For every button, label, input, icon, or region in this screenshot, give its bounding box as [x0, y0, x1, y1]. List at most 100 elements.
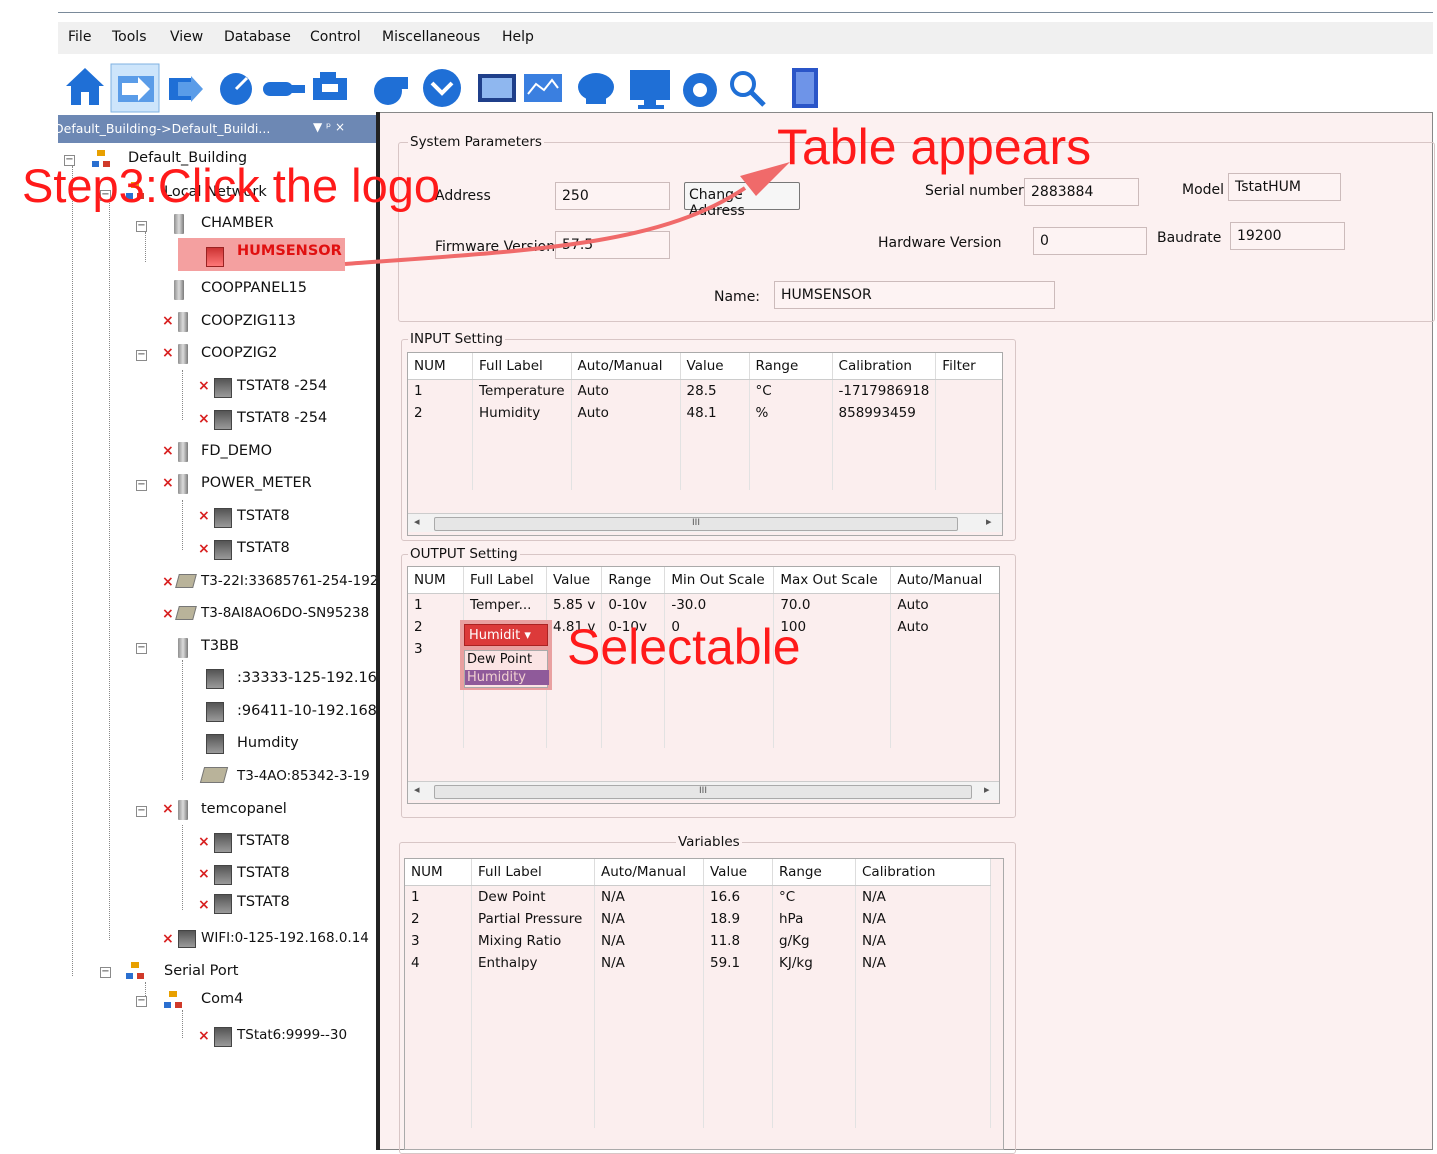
search-icon[interactable] [730, 71, 766, 107]
tree-item-coopzig113[interactable]: COOPZIG113 [201, 313, 296, 329]
table-cell[interactable]: -1717986918 [832, 379, 937, 402]
table-cell[interactable]: Temperature [472, 379, 572, 402]
tree-item-chamber[interactable]: CHAMBER [201, 215, 274, 231]
table-cell[interactable]: KJ/kg [772, 952, 856, 974]
scroll-right-icon[interactable]: ▸ [984, 783, 990, 796]
table-cell[interactable]: Auto [890, 593, 999, 616]
column-header[interactable]: Range [749, 353, 833, 380]
table-cell[interactable]: 3 [405, 930, 472, 952]
table-cell[interactable]: 28.5 [680, 379, 750, 402]
home-icon[interactable] [66, 68, 104, 105]
table-cell[interactable]: Mixing Ratio [471, 930, 595, 952]
column-header[interactable]: Auto/Manual [890, 567, 999, 594]
tree-collapse-toggle[interactable]: − [136, 996, 147, 1007]
column-header[interactable]: NUM [408, 353, 473, 380]
table-cell[interactable]: 0-10v [601, 593, 666, 616]
chart-icon[interactable] [524, 74, 562, 102]
column-header[interactable]: NUM [408, 567, 464, 594]
table-cell[interactable]: 1 [405, 885, 472, 908]
scroll-thumb[interactable]: III [434, 785, 972, 799]
building-icon[interactable] [792, 68, 818, 108]
menu-file[interactable]: File [68, 29, 91, 45]
tree-item-tstat8[interactable]: TSTAT8 -254 [237, 410, 327, 426]
tree-item-coopzig2[interactable]: COOPZIG2 [201, 345, 277, 361]
table-cell[interactable]: 2 [405, 908, 472, 930]
column-header[interactable]: Min Out Scale [664, 567, 775, 594]
scroll-right-icon[interactable]: ▸ [986, 515, 992, 528]
chevron-circle-icon[interactable] [423, 69, 461, 107]
table-cell[interactable]: 11.8 [703, 930, 773, 952]
column-header[interactable]: Calibration [832, 353, 937, 380]
table-cell[interactable]: N/A [594, 908, 704, 930]
tree-item-fd-demo[interactable]: FD_DEMO [201, 443, 272, 459]
column-header[interactable]: Value [703, 859, 773, 886]
table-cell[interactable] [935, 379, 1002, 402]
table-cell[interactable]: Auto [571, 402, 681, 424]
column-header[interactable]: Value [680, 353, 750, 380]
table-cell[interactable] [935, 402, 1002, 424]
tree-item-tstat8[interactable]: TSTAT8 [237, 508, 290, 524]
table-cell[interactable]: °C [749, 379, 833, 402]
table-cell[interactable]: N/A [855, 908, 991, 930]
column-header[interactable]: Full Label [471, 859, 595, 886]
scroll-left-icon[interactable]: ◂ [414, 783, 420, 796]
gauge-icon[interactable] [220, 73, 252, 105]
table-row[interactable]: 1 Dew Point N/A 16.6 °C N/A [405, 885, 991, 908]
panel-splitter[interactable] [376, 112, 380, 1150]
output-table-hscrollbar[interactable]: ◂ III ▸ [408, 781, 999, 800]
table-cell[interactable]: N/A [594, 885, 704, 908]
menu-control[interactable]: Control [310, 29, 361, 45]
table-cell[interactable]: Auto [571, 379, 681, 402]
menu-miscellaneous[interactable]: Miscellaneous [382, 29, 480, 45]
table-cell[interactable]: 18.9 [703, 908, 773, 930]
table-cell[interactable]: Auto [890, 616, 999, 638]
fan-icon[interactable] [374, 77, 408, 105]
table-cell[interactable]: °C [772, 885, 856, 908]
scroll-left-icon[interactable]: ◂ [414, 515, 420, 528]
table-cell[interactable]: N/A [855, 885, 991, 908]
hardware-version-field[interactable]: 0 [1033, 227, 1147, 255]
menu-database[interactable]: Database [224, 29, 291, 45]
column-header[interactable]: Range [772, 859, 856, 886]
serial-number-field[interactable]: 2883884 [1024, 178, 1139, 206]
table-cell[interactable]: 2 [408, 616, 464, 638]
input-table-hscrollbar[interactable]: ◂ III ▸ [408, 513, 1002, 532]
tree-item-tstat8[interactable]: TSTAT8 -254 [237, 378, 327, 394]
tree-item-wifi[interactable]: WIFI:0-125-192.168.0.14 [201, 930, 369, 946]
tree-item-t3-8ai8ao6do[interactable]: T3-8AI8AO6DO-SN95238 [201, 605, 369, 621]
keyboard-icon[interactable] [478, 74, 516, 102]
tree-item-temcopanel[interactable]: temcopanel [201, 801, 287, 817]
table-cell[interactable]: 1 [408, 593, 464, 616]
change-address-button[interactable]: Change Address [684, 182, 800, 219]
tree-item-t3bb[interactable]: T3BB [201, 638, 239, 654]
table-cell[interactable]: 5.85 v [546, 593, 603, 616]
model-field[interactable]: TstatHUM [1228, 173, 1341, 201]
table-row[interactable]: 3 Mixing Ratio N/A 11.8 g/Kg N/A [405, 930, 991, 952]
dropdown-option-dew-point[interactable]: Dew Point [467, 652, 532, 667]
table-cell[interactable]: 1 [408, 379, 473, 402]
column-header[interactable]: Full Label [472, 353, 572, 380]
table-cell[interactable]: Humidity [472, 402, 572, 424]
table-row[interactable]: 4 Enthalpy N/A 59.1 KJ/kg N/A [405, 952, 991, 974]
column-header[interactable]: Full Label [463, 567, 547, 594]
baudrate-field[interactable]: 19200 [1230, 222, 1345, 250]
address-field[interactable]: 250 [555, 182, 670, 210]
tree-collapse-toggle[interactable]: − [136, 480, 147, 491]
firmware-version-field[interactable]: 57.5 [555, 231, 670, 259]
tree-item-tstat6[interactable]: TStat6:9999--30 [237, 1027, 347, 1043]
disc-icon[interactable] [578, 73, 614, 104]
column-header[interactable]: NUM [405, 859, 472, 886]
table-cell[interactable]: N/A [594, 930, 704, 952]
input-icon[interactable] [263, 82, 305, 96]
table-cell[interactable]: 70.0 [773, 593, 892, 616]
table-row[interactable]: 2 Humidity Auto 48.1 % 858993459 [408, 402, 1002, 424]
table-cell[interactable]: Partial Pressure [471, 908, 595, 930]
tree-item-humsensor[interactable]: HUMSENSOR [237, 243, 342, 259]
table-cell[interactable]: Temper... [463, 593, 547, 616]
tree-item-96411[interactable]: :96411-10-192.168.0 [237, 703, 391, 719]
tree-item-power-meter[interactable]: POWER_METER [201, 475, 312, 491]
tree-panel-controls[interactable]: ▼ ᵖ × [313, 120, 345, 134]
table-row[interactable]: 2 Partial Pressure N/A 18.9 hPa N/A [405, 908, 991, 930]
table-cell[interactable]: N/A [594, 952, 704, 974]
tree-collapse-toggle[interactable]: − [136, 806, 147, 817]
